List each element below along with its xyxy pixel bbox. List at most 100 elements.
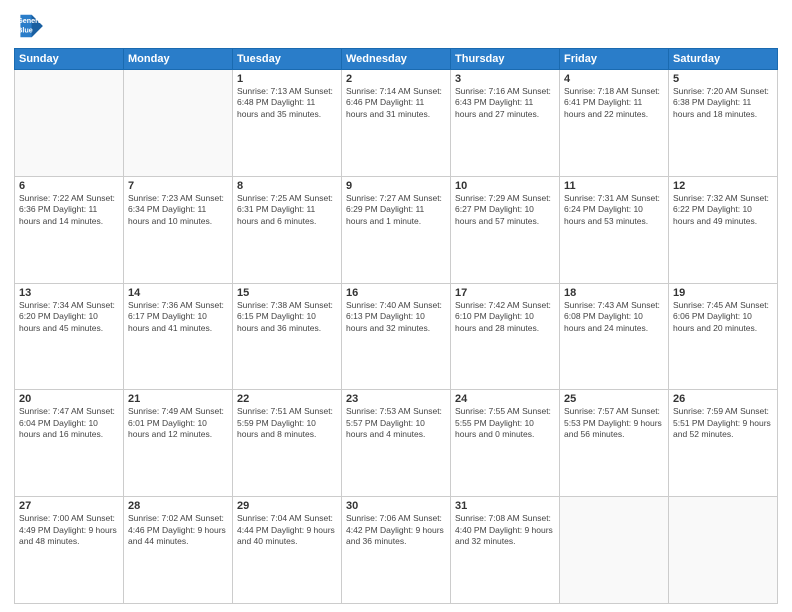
day-info: Sunrise: 7:02 AM Sunset: 4:46 PM Dayligh… bbox=[128, 513, 228, 547]
day-cell: 24Sunrise: 7:55 AM Sunset: 5:55 PM Dayli… bbox=[451, 390, 560, 497]
day-cell: 19Sunrise: 7:45 AM Sunset: 6:06 PM Dayli… bbox=[669, 283, 778, 390]
day-number: 6 bbox=[19, 180, 119, 192]
weekday-friday: Friday bbox=[560, 49, 669, 70]
week-row-1: 1Sunrise: 7:13 AM Sunset: 6:48 PM Daylig… bbox=[15, 70, 778, 177]
day-cell: 18Sunrise: 7:43 AM Sunset: 6:08 PM Dayli… bbox=[560, 283, 669, 390]
day-cell: 23Sunrise: 7:53 AM Sunset: 5:57 PM Dayli… bbox=[342, 390, 451, 497]
day-cell: 7Sunrise: 7:23 AM Sunset: 6:34 PM Daylig… bbox=[124, 176, 233, 283]
day-number: 24 bbox=[455, 393, 555, 405]
day-info: Sunrise: 7:06 AM Sunset: 4:42 PM Dayligh… bbox=[346, 513, 446, 547]
day-cell: 31Sunrise: 7:08 AM Sunset: 4:40 PM Dayli… bbox=[451, 497, 560, 604]
day-info: Sunrise: 7:34 AM Sunset: 6:20 PM Dayligh… bbox=[19, 300, 119, 334]
day-cell: 13Sunrise: 7:34 AM Sunset: 6:20 PM Dayli… bbox=[15, 283, 124, 390]
day-number: 15 bbox=[237, 287, 337, 299]
day-info: Sunrise: 7:38 AM Sunset: 6:15 PM Dayligh… bbox=[237, 300, 337, 334]
day-info: Sunrise: 7:13 AM Sunset: 6:48 PM Dayligh… bbox=[237, 86, 337, 120]
day-cell: 26Sunrise: 7:59 AM Sunset: 5:51 PM Dayli… bbox=[669, 390, 778, 497]
day-info: Sunrise: 7:20 AM Sunset: 6:38 PM Dayligh… bbox=[673, 86, 773, 120]
day-info: Sunrise: 7:00 AM Sunset: 4:49 PM Dayligh… bbox=[19, 513, 119, 547]
day-number: 28 bbox=[128, 500, 228, 512]
week-row-3: 13Sunrise: 7:34 AM Sunset: 6:20 PM Dayli… bbox=[15, 283, 778, 390]
day-info: Sunrise: 7:55 AM Sunset: 5:55 PM Dayligh… bbox=[455, 406, 555, 440]
day-info: Sunrise: 7:27 AM Sunset: 6:29 PM Dayligh… bbox=[346, 193, 446, 227]
day-info: Sunrise: 7:45 AM Sunset: 6:06 PM Dayligh… bbox=[673, 300, 773, 334]
day-cell: 10Sunrise: 7:29 AM Sunset: 6:27 PM Dayli… bbox=[451, 176, 560, 283]
day-cell: 4Sunrise: 7:18 AM Sunset: 6:41 PM Daylig… bbox=[560, 70, 669, 177]
day-info: Sunrise: 7:57 AM Sunset: 5:53 PM Dayligh… bbox=[564, 406, 664, 440]
day-info: Sunrise: 7:32 AM Sunset: 6:22 PM Dayligh… bbox=[673, 193, 773, 227]
weekday-thursday: Thursday bbox=[451, 49, 560, 70]
day-info: Sunrise: 7:14 AM Sunset: 6:46 PM Dayligh… bbox=[346, 86, 446, 120]
day-number: 30 bbox=[346, 500, 446, 512]
day-number: 18 bbox=[564, 287, 664, 299]
day-number: 21 bbox=[128, 393, 228, 405]
day-cell: 25Sunrise: 7:57 AM Sunset: 5:53 PM Dayli… bbox=[560, 390, 669, 497]
day-cell: 6Sunrise: 7:22 AM Sunset: 6:36 PM Daylig… bbox=[15, 176, 124, 283]
day-number: 9 bbox=[346, 180, 446, 192]
day-cell: 12Sunrise: 7:32 AM Sunset: 6:22 PM Dayli… bbox=[669, 176, 778, 283]
day-cell: 30Sunrise: 7:06 AM Sunset: 4:42 PM Dayli… bbox=[342, 497, 451, 604]
day-cell: 29Sunrise: 7:04 AM Sunset: 4:44 PM Dayli… bbox=[233, 497, 342, 604]
weekday-saturday: Saturday bbox=[669, 49, 778, 70]
day-number: 14 bbox=[128, 287, 228, 299]
logo-icon: General Blue bbox=[14, 10, 46, 42]
day-number: 25 bbox=[564, 393, 664, 405]
day-info: Sunrise: 7:29 AM Sunset: 6:27 PM Dayligh… bbox=[455, 193, 555, 227]
day-cell: 1Sunrise: 7:13 AM Sunset: 6:48 PM Daylig… bbox=[233, 70, 342, 177]
header: General Blue bbox=[14, 10, 778, 42]
day-number: 12 bbox=[673, 180, 773, 192]
day-cell: 5Sunrise: 7:20 AM Sunset: 6:38 PM Daylig… bbox=[669, 70, 778, 177]
week-row-4: 20Sunrise: 7:47 AM Sunset: 6:04 PM Dayli… bbox=[15, 390, 778, 497]
day-cell: 14Sunrise: 7:36 AM Sunset: 6:17 PM Dayli… bbox=[124, 283, 233, 390]
day-info: Sunrise: 7:23 AM Sunset: 6:34 PM Dayligh… bbox=[128, 193, 228, 227]
weekday-header-row: SundayMondayTuesdayWednesdayThursdayFrid… bbox=[15, 49, 778, 70]
day-number: 7 bbox=[128, 180, 228, 192]
day-info: Sunrise: 7:53 AM Sunset: 5:57 PM Dayligh… bbox=[346, 406, 446, 440]
day-number: 8 bbox=[237, 180, 337, 192]
day-cell: 17Sunrise: 7:42 AM Sunset: 6:10 PM Dayli… bbox=[451, 283, 560, 390]
week-row-5: 27Sunrise: 7:00 AM Sunset: 4:49 PM Dayli… bbox=[15, 497, 778, 604]
day-info: Sunrise: 7:31 AM Sunset: 6:24 PM Dayligh… bbox=[564, 193, 664, 227]
day-info: Sunrise: 7:59 AM Sunset: 5:51 PM Dayligh… bbox=[673, 406, 773, 440]
day-info: Sunrise: 7:40 AM Sunset: 6:13 PM Dayligh… bbox=[346, 300, 446, 334]
day-cell: 27Sunrise: 7:00 AM Sunset: 4:49 PM Dayli… bbox=[15, 497, 124, 604]
day-cell bbox=[124, 70, 233, 177]
calendar: SundayMondayTuesdayWednesdayThursdayFrid… bbox=[14, 48, 778, 604]
svg-text:Blue: Blue bbox=[17, 25, 33, 34]
day-info: Sunrise: 7:49 AM Sunset: 6:01 PM Dayligh… bbox=[128, 406, 228, 440]
day-number: 22 bbox=[237, 393, 337, 405]
day-number: 26 bbox=[673, 393, 773, 405]
day-cell bbox=[669, 497, 778, 604]
day-number: 19 bbox=[673, 287, 773, 299]
week-row-2: 6Sunrise: 7:22 AM Sunset: 6:36 PM Daylig… bbox=[15, 176, 778, 283]
day-cell: 15Sunrise: 7:38 AM Sunset: 6:15 PM Dayli… bbox=[233, 283, 342, 390]
day-info: Sunrise: 7:18 AM Sunset: 6:41 PM Dayligh… bbox=[564, 86, 664, 120]
day-info: Sunrise: 7:47 AM Sunset: 6:04 PM Dayligh… bbox=[19, 406, 119, 440]
day-number: 4 bbox=[564, 73, 664, 85]
day-number: 27 bbox=[19, 500, 119, 512]
day-cell bbox=[560, 497, 669, 604]
day-number: 10 bbox=[455, 180, 555, 192]
day-cell bbox=[15, 70, 124, 177]
day-number: 16 bbox=[346, 287, 446, 299]
day-cell: 11Sunrise: 7:31 AM Sunset: 6:24 PM Dayli… bbox=[560, 176, 669, 283]
day-number: 1 bbox=[237, 73, 337, 85]
day-cell: 21Sunrise: 7:49 AM Sunset: 6:01 PM Dayli… bbox=[124, 390, 233, 497]
day-number: 29 bbox=[237, 500, 337, 512]
day-number: 13 bbox=[19, 287, 119, 299]
day-cell: 28Sunrise: 7:02 AM Sunset: 4:46 PM Dayli… bbox=[124, 497, 233, 604]
day-number: 17 bbox=[455, 287, 555, 299]
day-info: Sunrise: 7:16 AM Sunset: 6:43 PM Dayligh… bbox=[455, 86, 555, 120]
weekday-wednesday: Wednesday bbox=[342, 49, 451, 70]
day-number: 5 bbox=[673, 73, 773, 85]
day-info: Sunrise: 7:22 AM Sunset: 6:36 PM Dayligh… bbox=[19, 193, 119, 227]
day-number: 11 bbox=[564, 180, 664, 192]
day-cell: 16Sunrise: 7:40 AM Sunset: 6:13 PM Dayli… bbox=[342, 283, 451, 390]
weekday-monday: Monday bbox=[124, 49, 233, 70]
day-cell: 22Sunrise: 7:51 AM Sunset: 5:59 PM Dayli… bbox=[233, 390, 342, 497]
day-info: Sunrise: 7:36 AM Sunset: 6:17 PM Dayligh… bbox=[128, 300, 228, 334]
logo: General Blue bbox=[14, 10, 50, 42]
svg-text:General: General bbox=[17, 16, 44, 25]
page: General Blue SundayMondayTuesdayWednesda… bbox=[0, 0, 792, 612]
day-info: Sunrise: 7:42 AM Sunset: 6:10 PM Dayligh… bbox=[455, 300, 555, 334]
